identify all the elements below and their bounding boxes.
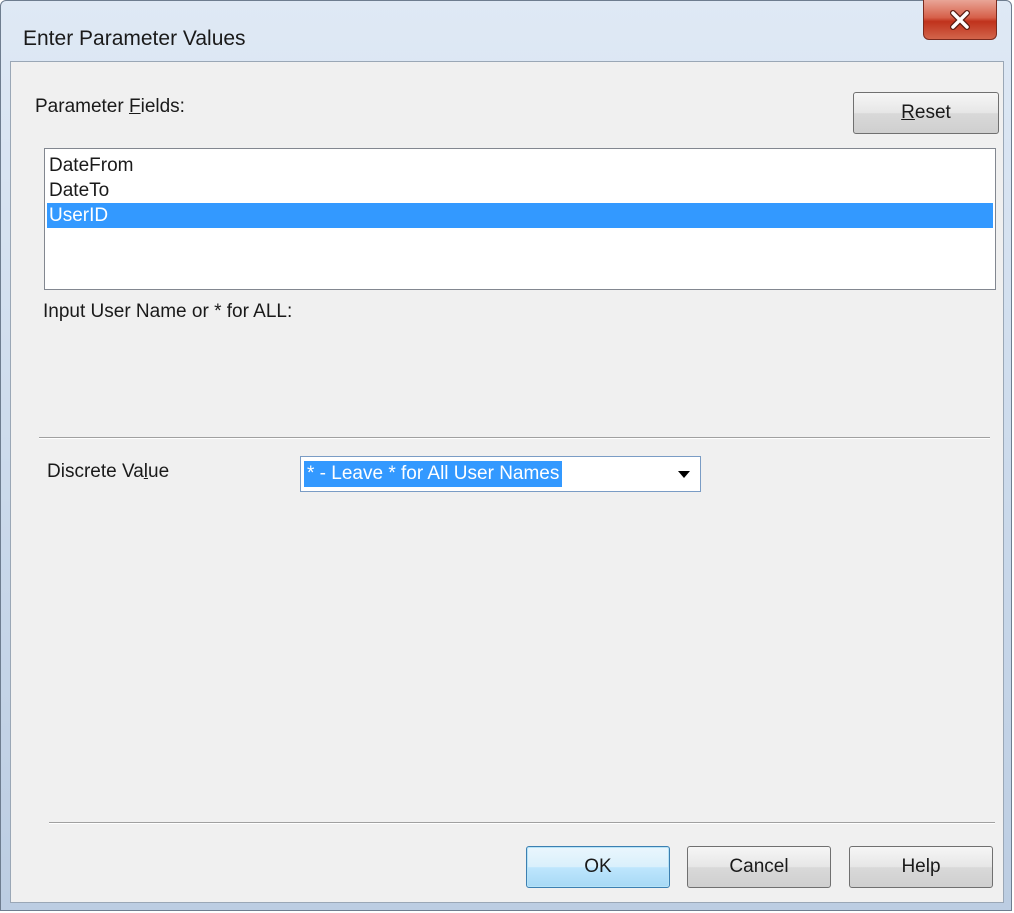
- discrete-value-combobox[interactable]: * - Leave * for All User Names: [300, 456, 701, 492]
- help-button[interactable]: Help: [849, 846, 993, 888]
- list-item-datefrom[interactable]: DateFrom: [47, 153, 993, 178]
- parameter-fields-list[interactable]: DateFrom DateTo UserID: [44, 148, 996, 290]
- window-title: Enter Parameter Values: [23, 27, 246, 50]
- divider-bottom: [49, 822, 995, 824]
- list-item-userid[interactable]: UserID: [47, 203, 993, 228]
- parameter-fields-label: Parameter Fields:: [35, 96, 185, 117]
- dialog-body: Parameter Fields: Reset DateFrom DateTo …: [10, 61, 1004, 903]
- list-item-dateto[interactable]: DateTo: [47, 178, 993, 203]
- cancel-button[interactable]: Cancel: [687, 846, 831, 888]
- close-button[interactable]: [923, 0, 997, 40]
- prompt-text: Input User Name or * for ALL:: [43, 301, 293, 322]
- dialog-window: Enter Parameter Values Parameter Fields:…: [0, 0, 1012, 911]
- chevron-down-icon[interactable]: [678, 471, 690, 478]
- discrete-value-selected-text: * - Leave * for All User Names: [304, 461, 563, 487]
- ok-button[interactable]: OK: [526, 846, 670, 888]
- discrete-value-label: Discrete Value: [47, 461, 170, 482]
- divider-top: [39, 437, 990, 439]
- close-icon: [949, 9, 971, 30]
- reset-button[interactable]: Reset: [853, 92, 999, 134]
